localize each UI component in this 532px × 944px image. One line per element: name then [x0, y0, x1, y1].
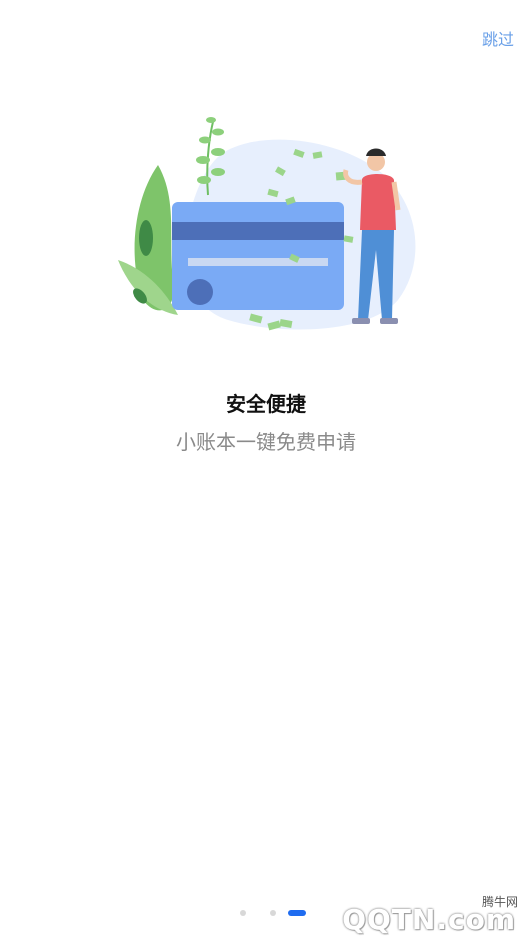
pagination-dot-2[interactable] — [270, 910, 276, 916]
pagination-dot-1[interactable] — [240, 910, 246, 916]
pagination-dot-3-active[interactable] — [288, 910, 306, 916]
slide-title: 安全便捷 — [226, 392, 306, 416]
watermark-logo: QQTN.com — [342, 903, 516, 936]
watermark: 腾牛网 QQTN.com — [326, 888, 526, 940]
credit-card-illustration — [118, 117, 416, 331]
slide-subtitle: 小账本一键免费申请 — [176, 430, 356, 454]
skip-button[interactable]: 跳过 — [482, 26, 514, 50]
